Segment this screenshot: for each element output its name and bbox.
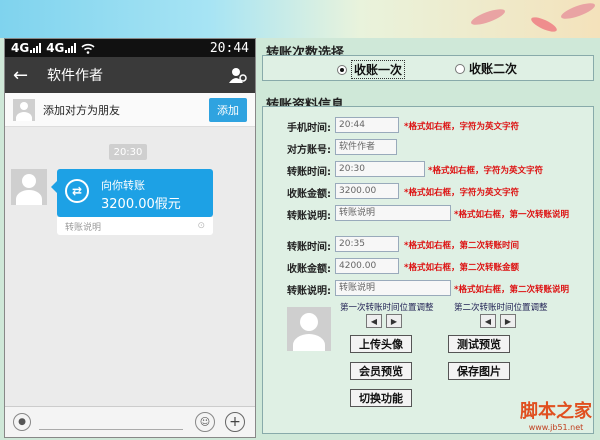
adjust1-label: 第一次转账时间位置调整 bbox=[340, 303, 434, 313]
adjust2-left-arrow-icon[interactable]: ◀ bbox=[480, 314, 496, 328]
shell-decoration bbox=[529, 14, 559, 35]
sender-avatar bbox=[11, 169, 47, 205]
chat-time-badge: 20:30 bbox=[109, 144, 147, 160]
plus-icon[interactable]: + bbox=[225, 412, 245, 432]
add-friend-text: 添加对方为朋友 bbox=[43, 103, 120, 117]
chat-titlebar: ← 软件作者 bbox=[5, 57, 255, 93]
message-input-line[interactable] bbox=[39, 429, 183, 430]
watermark-logo: 脚本之家 www.jb51.net bbox=[520, 397, 592, 432]
time1-hint: *格式如右框，字符为英文字符 bbox=[428, 166, 543, 176]
field-label-amount1: 收账金额: bbox=[287, 189, 331, 200]
field-label-phone-time: 手机时间: bbox=[287, 123, 331, 134]
bubble-note: 转账说明 bbox=[65, 222, 102, 233]
signal-1: 4G bbox=[11, 41, 42, 55]
signal-2: 4G bbox=[46, 41, 77, 55]
adjust1-right-arrow-icon[interactable]: ▶ bbox=[386, 314, 402, 328]
phone-time-hint: *格式如右框，字符为英文字符 bbox=[404, 122, 519, 132]
watermark-url: www.jb51.net bbox=[528, 423, 584, 432]
wifi-icon bbox=[81, 43, 95, 54]
phone-time-input[interactable]: 20:44 bbox=[335, 117, 399, 133]
adjust2-right-arrow-icon[interactable]: ▶ bbox=[500, 314, 516, 328]
transfer-mark-icon: ⊙ bbox=[197, 221, 205, 231]
bubble-amount: 3200.00假元 bbox=[101, 197, 181, 212]
phone-preview: 4G 4G 20:44 ← 软件作者 添加对方为朋友 添加 20:30 ⇄ 向你… bbox=[4, 38, 256, 438]
member-preview-button[interactable]: 会员预览 bbox=[350, 362, 412, 380]
amount1-input[interactable]: 3200.00 bbox=[335, 183, 399, 199]
count-group: 收账一次 收账二次 bbox=[262, 55, 594, 81]
amount2-input[interactable]: 4200.00 bbox=[335, 258, 399, 274]
time2-input[interactable]: 20:35 bbox=[335, 236, 399, 252]
note1-hint: *格式如右框，第一次转账说明 bbox=[454, 210, 569, 220]
time1-input[interactable]: 20:30 bbox=[335, 161, 425, 177]
test-preview-button[interactable]: 测试预览 bbox=[448, 335, 510, 353]
chat-title: 软件作者 bbox=[47, 68, 103, 84]
amount2-hint: *格式如右框，第二次转账金额 bbox=[404, 263, 519, 273]
amount1-hint: *格式如右框，字符为英文字符 bbox=[404, 188, 519, 198]
add-friend-button[interactable]: 添加 bbox=[209, 97, 247, 122]
account-input[interactable]: 软件作者 bbox=[335, 139, 397, 155]
mini-avatar-icon bbox=[13, 98, 35, 121]
radio-twice[interactable]: 收账二次 bbox=[455, 60, 517, 77]
radio-dot-icon bbox=[455, 63, 465, 74]
mic-icon[interactable]: ● bbox=[13, 413, 31, 431]
transfer-icon: ⇄ bbox=[65, 179, 89, 203]
save-image-button[interactable]: 保存图片 bbox=[448, 362, 510, 380]
note2-hint: *格式如右框，第二次转账说明 bbox=[454, 285, 569, 295]
field-label-amount2: 收账金额: bbox=[287, 264, 331, 275]
user-settings-icon[interactable] bbox=[229, 67, 247, 83]
transfer-bubble[interactable]: ⇄ 向你转账 3200.00假元 bbox=[51, 169, 213, 217]
shell-decoration bbox=[469, 6, 507, 28]
upload-avatar-button[interactable]: 上传头像 bbox=[350, 335, 412, 353]
radio-once[interactable]: 收账一次 bbox=[337, 60, 406, 79]
back-arrow-icon[interactable]: ← bbox=[13, 65, 39, 86]
switch-function-button[interactable]: 切换功能 bbox=[350, 389, 412, 407]
bubble-title: 向你转账 bbox=[101, 179, 145, 192]
status-bar: 4G 4G 20:44 bbox=[5, 39, 255, 57]
avatar-preview bbox=[287, 307, 331, 351]
adjust2-label: 第二次转账时间位置调整 bbox=[454, 303, 548, 313]
adjust1-left-arrow-icon[interactable]: ◀ bbox=[366, 314, 382, 328]
bubble-footer: 转账说明 ⊙ bbox=[57, 217, 213, 235]
note1-input[interactable]: 转账说明 bbox=[335, 205, 451, 221]
top-banner bbox=[0, 0, 600, 38]
field-label-time2: 转账时间: bbox=[287, 242, 331, 253]
field-label-account: 对方账号: bbox=[287, 145, 331, 156]
status-time: 20:44 bbox=[209, 40, 249, 56]
emoji-icon[interactable]: ☺ bbox=[195, 412, 215, 432]
chat-input-bar: ● ☺ + bbox=[5, 406, 255, 437]
add-friend-bar: 添加对方为朋友 添加 bbox=[5, 93, 255, 127]
watermark-name: 脚本之家 bbox=[520, 401, 592, 422]
field-label-note2: 转账说明: bbox=[287, 286, 331, 297]
note2-input[interactable]: 转账说明 bbox=[335, 280, 451, 296]
time2-hint: *格式如右框，第二次转账时间 bbox=[404, 241, 519, 251]
shell-decoration bbox=[559, 0, 597, 22]
radio-dot-icon bbox=[337, 64, 347, 75]
field-label-time1: 转账时间: bbox=[287, 167, 331, 178]
field-label-note1: 转账说明: bbox=[287, 211, 331, 222]
